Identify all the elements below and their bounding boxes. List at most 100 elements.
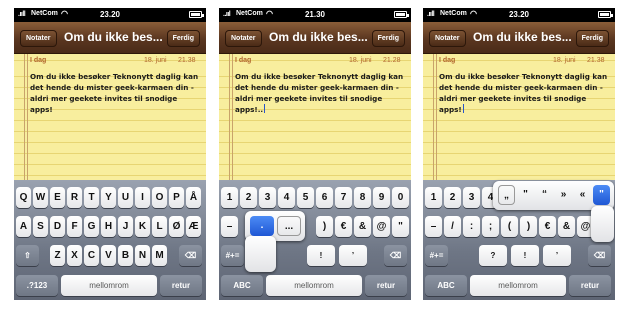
key-dash[interactable]: – <box>221 216 238 237</box>
key-k[interactable]: K <box>135 216 150 237</box>
key-5[interactable]: 5 <box>297 187 314 208</box>
key-3[interactable]: 3 <box>463 187 480 208</box>
key-6[interactable]: 6 <box>316 187 333 208</box>
key-j[interactable]: J <box>118 216 133 237</box>
key-v[interactable]: V <box>101 245 116 266</box>
popup-stem <box>245 236 276 272</box>
space-key[interactable]: mellomrom <box>266 275 362 296</box>
space-key[interactable]: mellomrom <box>470 275 566 296</box>
note-body[interactable]: Om du ikke besøker Teknonytt daglig kan … <box>30 71 200 115</box>
key-i[interactable]: I <box>135 187 150 208</box>
key-q[interactable]: Q <box>16 187 31 208</box>
key-semicolon[interactable]: ; <box>482 216 499 237</box>
popup-option-ellipsis[interactable]: ... <box>277 216 301 236</box>
key-a[interactable]: A <box>16 216 31 237</box>
letters-mode-key[interactable]: ABC <box>425 275 467 296</box>
key-8[interactable]: 8 <box>354 187 371 208</box>
key-quote[interactable]: " <box>392 216 409 237</box>
key-2[interactable]: 2 <box>240 187 257 208</box>
key-n[interactable]: N <box>135 245 150 266</box>
key-colon[interactable]: : <box>463 216 480 237</box>
key-r[interactable]: R <box>67 187 82 208</box>
popup-option-right-guillemet[interactable]: » <box>555 185 572 205</box>
status-bar: ..ııl NetCom ◠ 21.30 <box>219 8 411 22</box>
key-dash[interactable]: – <box>425 216 442 237</box>
back-button[interactable]: Notater <box>429 30 466 47</box>
key-g[interactable]: G <box>84 216 99 237</box>
key-apostrophe[interactable]: ’ <box>339 245 367 266</box>
key-h[interactable]: H <box>101 216 116 237</box>
key-exclamation[interactable]: ! <box>511 245 539 266</box>
popup-option-left-quote[interactable]: “ <box>536 185 553 205</box>
key-question[interactable]: ? <box>479 245 507 266</box>
key-0[interactable]: 0 <box>392 187 409 208</box>
key-d[interactable]: D <box>50 216 65 237</box>
letters-mode-key[interactable]: ABC <box>221 275 263 296</box>
key-aa[interactable]: Å <box>186 187 201 208</box>
key-p[interactable]: P <box>169 187 184 208</box>
key-l[interactable]: L <box>152 216 167 237</box>
key-euro[interactable]: € <box>335 216 352 237</box>
note-body[interactable]: Om du ikke besøker Teknonytt daglig kan … <box>235 71 405 115</box>
key-o[interactable]: O <box>152 187 167 208</box>
key-f[interactable]: F <box>67 216 82 237</box>
key-slash[interactable]: / <box>444 216 461 237</box>
key-3[interactable]: 3 <box>259 187 276 208</box>
note-body[interactable]: Om du ikke besøker Teknonytt daglig kan … <box>439 71 609 115</box>
note-paper[interactable]: I dag 18. juni 21.38 Om du ikke besøker … <box>423 54 615 180</box>
shift-key[interactable]: ⇧ <box>16 245 39 266</box>
key-7[interactable]: 7 <box>335 187 352 208</box>
popup-option-left-guillemet[interactable]: « <box>574 185 591 205</box>
done-button[interactable]: Ferdig <box>166 30 200 47</box>
popup-option-period[interactable]: . <box>250 216 274 236</box>
key-euro[interactable]: € <box>539 216 556 237</box>
popup-option-straight-quote[interactable]: " <box>517 185 534 205</box>
symbols-mode-key[interactable]: #+= <box>221 245 244 266</box>
key-s[interactable]: S <box>33 216 48 237</box>
note-paper[interactable]: I dag 18. juni 21.28 Om du ikke besøker … <box>219 54 411 180</box>
key-y[interactable]: Y <box>101 187 116 208</box>
key-c[interactable]: C <box>84 245 99 266</box>
numbers-mode-key[interactable]: .?123 <box>16 275 58 296</box>
space-key[interactable]: mellomrom <box>61 275 157 296</box>
done-button[interactable]: Ferdig <box>575 30 609 47</box>
key-b[interactable]: B <box>118 245 133 266</box>
symbols-mode-key[interactable]: #+= <box>425 245 448 266</box>
popup-option-right-quote[interactable]: " <box>593 185 610 205</box>
key-ampersand[interactable]: & <box>558 216 575 237</box>
key-z[interactable]: Z <box>50 245 65 266</box>
key-ampersand[interactable]: & <box>354 216 371 237</box>
key-close-paren[interactable]: ) <box>520 216 537 237</box>
key-1[interactable]: 1 <box>425 187 442 208</box>
backspace-key[interactable]: ⌫ <box>179 245 202 266</box>
key-2[interactable]: 2 <box>444 187 461 208</box>
popup-option-low-quote[interactable]: „ <box>498 185 515 205</box>
key-u[interactable]: U <box>118 187 133 208</box>
key-t[interactable]: T <box>84 187 99 208</box>
key-at[interactable]: @ <box>373 216 390 237</box>
note-paper[interactable]: I dag 18. juni 21.38 Om du ikke besøker … <box>14 54 206 180</box>
backspace-key[interactable]: ⌫ <box>384 245 407 266</box>
backspace-key[interactable]: ⌫ <box>588 245 611 266</box>
return-key[interactable]: retur <box>365 275 407 296</box>
key-exclamation[interactable]: ! <box>307 245 335 266</box>
return-key[interactable]: retur <box>569 275 611 296</box>
margin-line <box>433 54 434 180</box>
key-ae[interactable]: Æ <box>186 216 201 237</box>
key-w[interactable]: W <box>33 187 48 208</box>
return-key[interactable]: retur <box>160 275 202 296</box>
key-apostrophe[interactable]: ’ <box>543 245 571 266</box>
key-1[interactable]: 1 <box>221 187 238 208</box>
key-9[interactable]: 9 <box>373 187 390 208</box>
key-close-paren[interactable]: ) <box>316 216 333 237</box>
back-button[interactable]: Notater <box>20 30 57 47</box>
key-open-paren[interactable]: ( <box>501 216 518 237</box>
back-button[interactable]: Notater <box>225 30 262 47</box>
key-oe[interactable]: Ø <box>169 216 184 237</box>
key-4[interactable]: 4 <box>278 187 295 208</box>
done-button[interactable]: Ferdig <box>371 30 405 47</box>
key-e[interactable]: E <box>50 187 65 208</box>
key-m[interactable]: M <box>152 245 167 266</box>
note-text: Om du ikke besøker Teknonytt daglig kan … <box>30 72 199 114</box>
key-x[interactable]: X <box>67 245 82 266</box>
